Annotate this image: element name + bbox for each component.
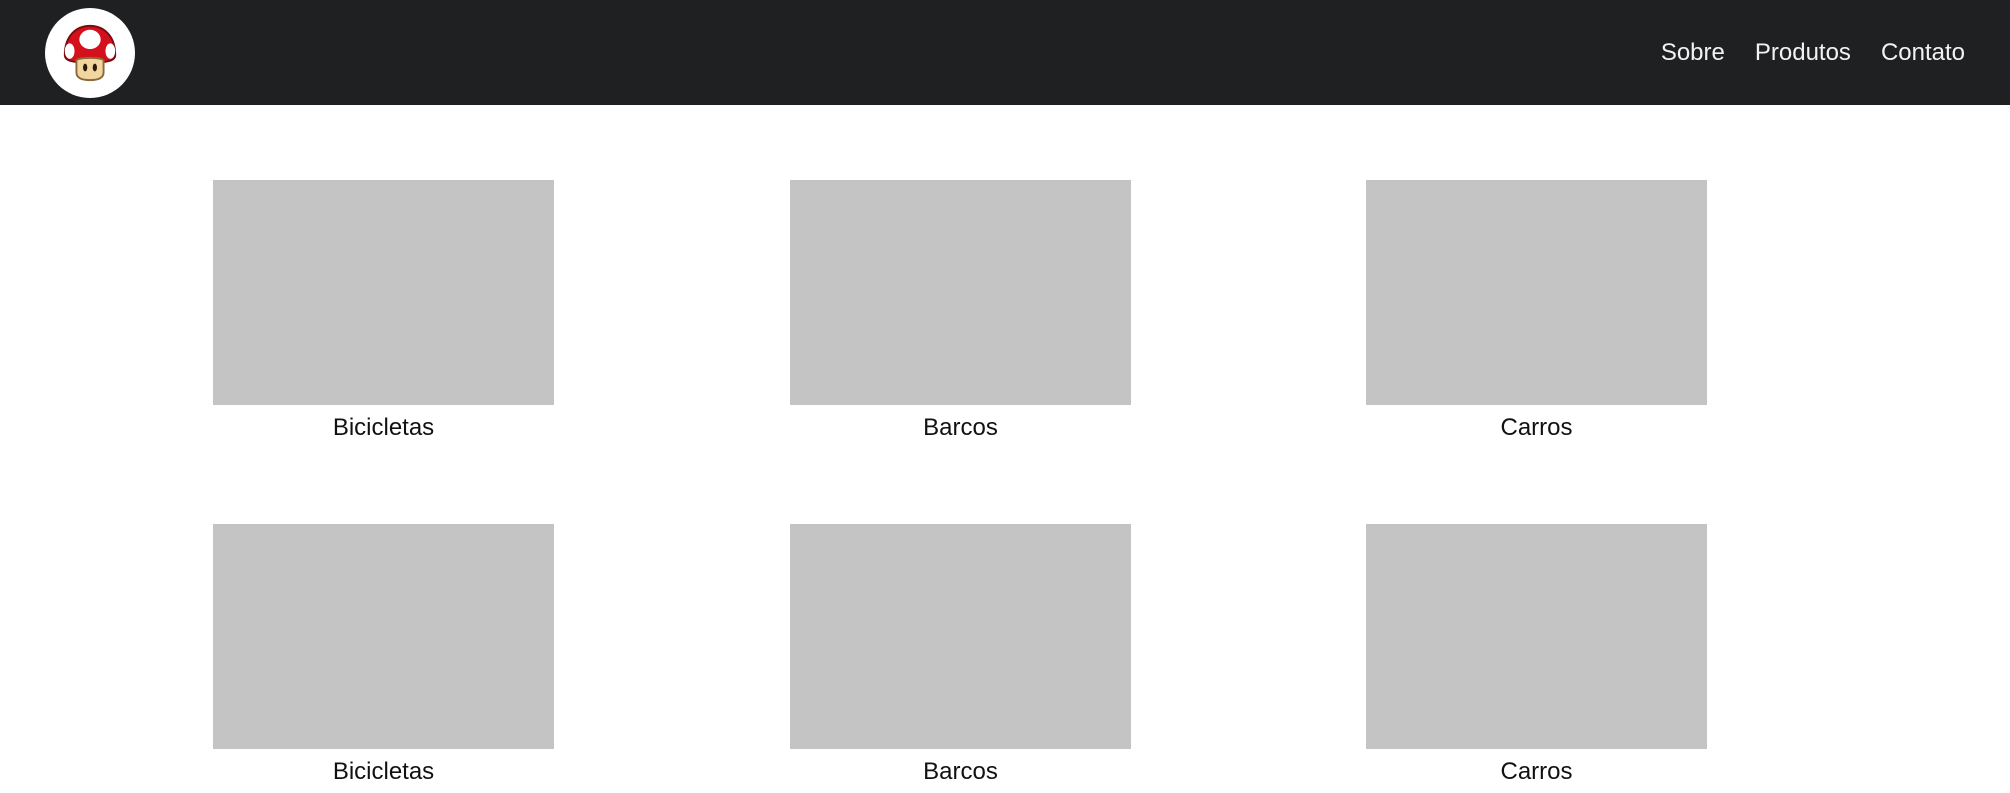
product-label: Barcos [923, 758, 998, 785]
product-label: Carros [1500, 414, 1573, 441]
product-label: Carros [1500, 758, 1573, 785]
product-image-placeholder [213, 180, 554, 405]
product-image-placeholder [790, 180, 1131, 405]
product-image-placeholder [1366, 524, 1707, 749]
product-label: Barcos [923, 414, 998, 441]
product-grid: Bicicletas Barcos Carros Bicicletas Barc… [0, 0, 2010, 793]
product-label: Bicicletas [332, 414, 435, 441]
product-card-bicicletas[interactable]: Bicicletas [213, 524, 554, 786]
product-image-placeholder [213, 524, 554, 749]
product-image-placeholder [1366, 180, 1707, 405]
product-image-placeholder [790, 524, 1131, 749]
product-card-carros[interactable]: Carros [1366, 180, 1707, 442]
product-card-bicicletas[interactable]: Bicicletas [213, 180, 554, 442]
product-card-carros[interactable]: Carros [1366, 524, 1707, 786]
product-card-barcos[interactable]: Barcos [790, 180, 1131, 442]
product-label: Bicicletas [332, 758, 435, 785]
product-card-barcos[interactable]: Barcos [790, 524, 1131, 786]
